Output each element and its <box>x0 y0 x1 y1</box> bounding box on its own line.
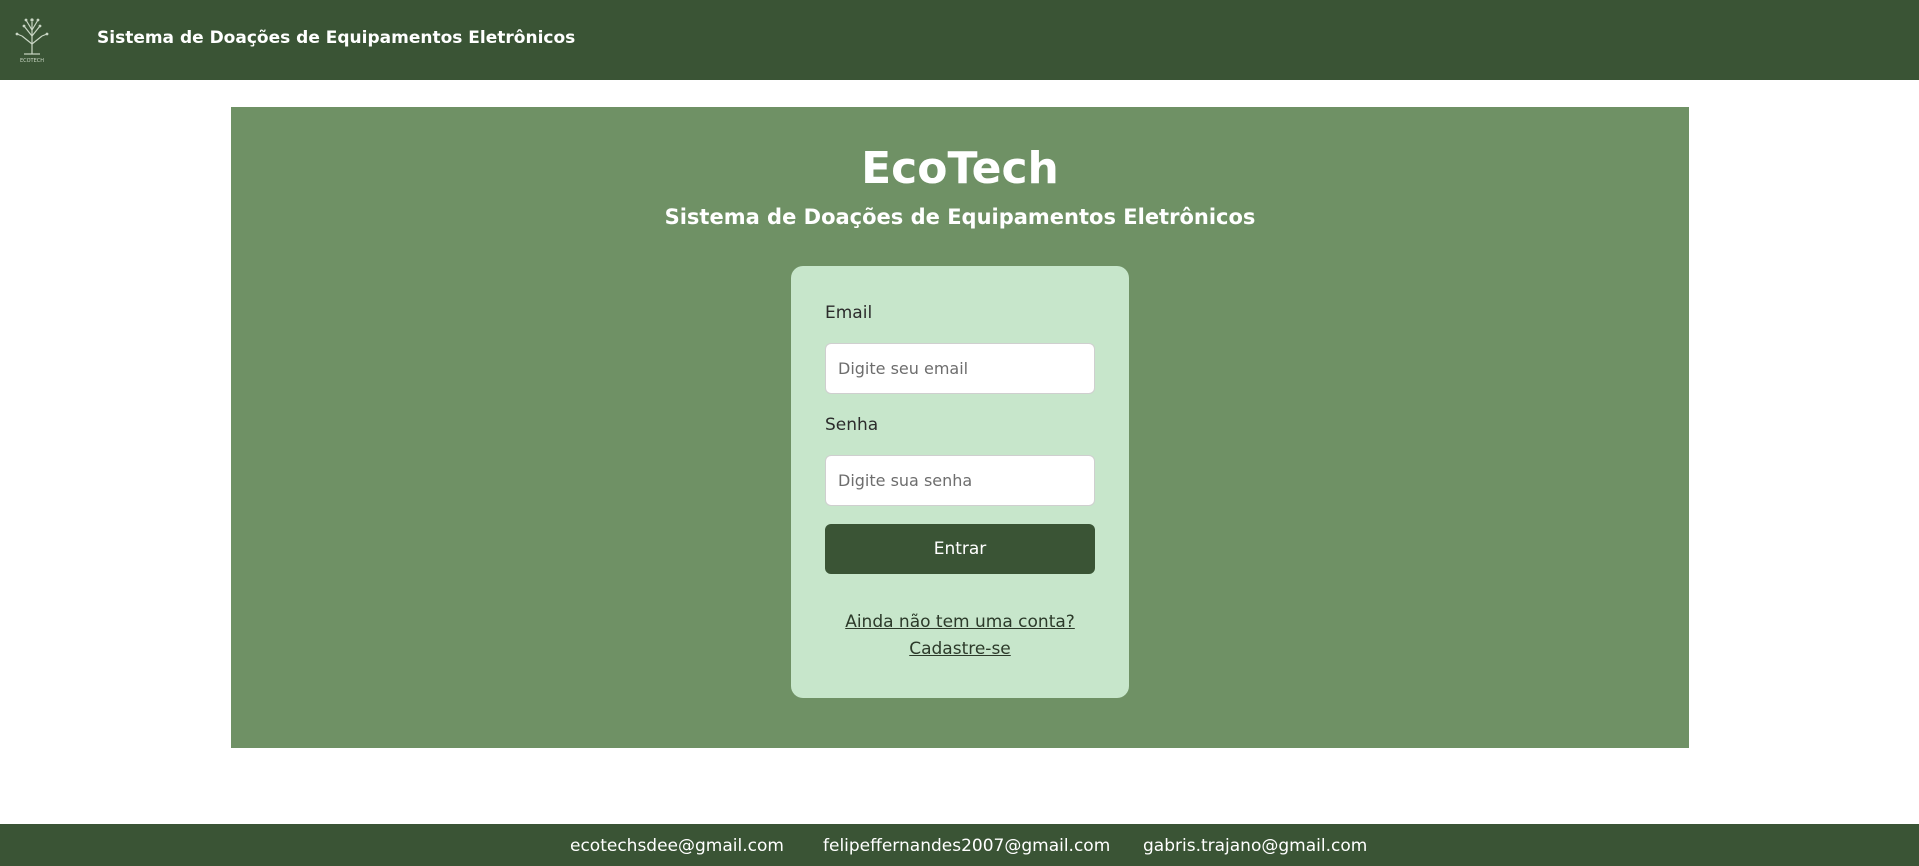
signup-link[interactable]: Ainda não tem uma conta? Cadastre-se <box>791 609 1129 663</box>
hero-subtitle: Sistema de Doações de Equipamentos Eletr… <box>664 205 1256 229</box>
password-label: Senha <box>825 415 879 435</box>
header-title: Sistema de Doações de Equipamentos Eletr… <box>97 28 576 48</box>
footer: ecotechsdee@gmail.com felipeffernandes20… <box>0 824 1919 866</box>
email-label: Email <box>825 303 873 323</box>
hero-panel: EcoTech Sistema de Doações de Equipament… <box>231 107 1689 748</box>
svg-text:ECOTECH: ECOTECH <box>20 58 44 64</box>
signup-link-line2: Cadastre-se <box>909 639 1011 659</box>
email-input[interactable] <box>825 343 1095 394</box>
footer-email-felipe: felipeffernandes2007@gmail.com <box>823 836 1111 856</box>
footer-email-ecotech: ecotechsdee@gmail.com <box>570 836 784 856</box>
hero-title: EcoTech <box>861 143 1059 194</box>
login-button[interactable]: Entrar <box>825 524 1095 574</box>
login-card: Email Senha Entrar Ainda não tem uma con… <box>791 266 1129 698</box>
signup-link-line1: Ainda não tem uma conta? <box>845 612 1075 632</box>
ecotech-logo-icon[interactable]: ECOTECH <box>14 14 50 64</box>
top-navbar: ECOTECH Sistema de Doações de Equipament… <box>0 0 1919 80</box>
footer-email-gabris: gabris.trajano@gmail.com <box>1143 836 1368 856</box>
password-input[interactable] <box>825 455 1095 506</box>
